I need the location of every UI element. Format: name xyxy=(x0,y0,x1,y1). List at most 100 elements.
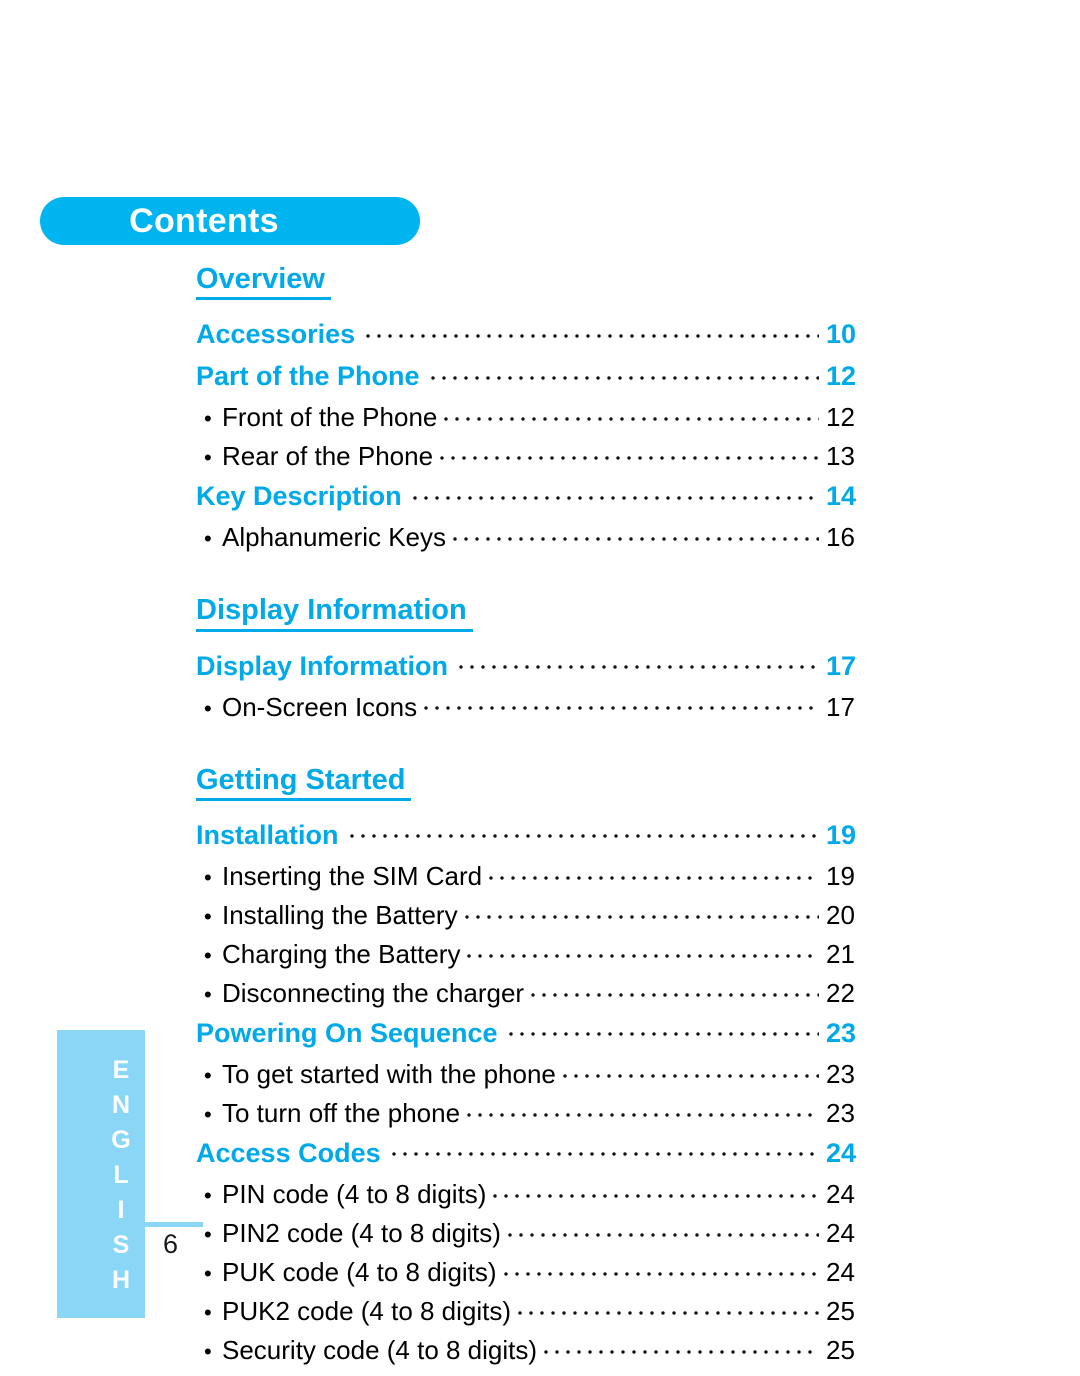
toc-entry-page-number: 21 xyxy=(826,939,855,970)
toc-subentry[interactable]: PIN2 code (4 to 8 digits) 24 xyxy=(196,1216,868,1251)
toc-leader-dots xyxy=(508,1015,819,1042)
toc-entry-page-number: 22 xyxy=(826,978,855,1009)
toc-entry-label: To turn off the phone xyxy=(196,1100,460,1126)
toc-entry-page-number: 10 xyxy=(826,319,857,350)
language-tab: ENGLISH xyxy=(57,1030,145,1318)
page-number: 6 xyxy=(163,1229,179,1259)
toc-entry-label: Installation xyxy=(196,820,339,851)
toc-section: Display Information Display Information 17… xyxy=(196,595,868,724)
toc-entry-label: Disconnecting the charger xyxy=(196,980,524,1006)
toc-leader-dots xyxy=(531,976,819,1002)
toc-leader-dots xyxy=(518,1294,819,1320)
toc-entry-page-number: 12 xyxy=(826,361,857,392)
toc-entry-label: PUK2 code (4 to 8 digits) xyxy=(196,1298,511,1324)
toc-entry-page-number: 16 xyxy=(826,522,855,553)
toc-entry-label: Display Information xyxy=(196,650,449,681)
toc-entry-page-number: 24 xyxy=(826,1179,855,1210)
toc-leader-dots xyxy=(391,1135,819,1162)
table-of-contents: Overview Accessories 10 Part of the Phone 12… xyxy=(196,264,868,1372)
toc-entry-label: PIN code (4 to 8 digits) xyxy=(196,1181,486,1207)
toc-leader-dots xyxy=(493,1177,819,1203)
toc-entry[interactable]: Display Information 17 xyxy=(196,648,868,684)
toc-leader-dots xyxy=(489,859,819,885)
footer-divider xyxy=(145,1222,203,1227)
toc-entry-label: Key Description xyxy=(196,481,402,512)
toc-section-heading: Getting Started xyxy=(196,764,412,802)
toc-leader-dots xyxy=(412,478,819,505)
toc-entry-label: PUK code (4 to 8 digits) xyxy=(196,1259,497,1285)
toc-subentry[interactable]: Charging the Battery 21 xyxy=(196,937,868,972)
toc-leader-dots xyxy=(366,316,819,343)
toc-entry-label: Accessories xyxy=(196,319,356,350)
toc-entry-label: Charging the Battery xyxy=(196,941,460,967)
toc-entry-page-number: 14 xyxy=(826,481,857,512)
toc-entry-page-number: 25 xyxy=(826,1335,855,1366)
toc-entry[interactable]: Part of the Phone 12 xyxy=(196,358,868,394)
toc-subentry[interactable]: On-Screen Icons 17 xyxy=(196,690,868,725)
toc-subentry[interactable]: PUK code (4 to 8 digits) 24 xyxy=(196,1255,868,1290)
toc-leader-dots xyxy=(467,1096,819,1122)
toc-subentry[interactable]: PIN code (4 to 8 digits) 24 xyxy=(196,1177,868,1212)
toc-leader-dots xyxy=(444,400,819,426)
toc-entry-page-number: 23 xyxy=(826,1018,857,1049)
toc-entry-label: Access Codes xyxy=(196,1138,381,1169)
toc-leader-dots xyxy=(467,937,819,963)
toc-leader-dots xyxy=(464,898,819,924)
toc-subentry[interactable]: Disconnecting the charger 22 xyxy=(196,976,868,1011)
toc-leader-dots xyxy=(503,1255,819,1281)
language-tab-label: ENGLISH xyxy=(107,1056,135,1301)
toc-entry-page-number: 23 xyxy=(826,1098,855,1129)
toc-leader-dots xyxy=(507,1216,819,1242)
toc-section: Overview Accessories 10 Part of the Phone 12… xyxy=(196,264,868,555)
toc-subentry[interactable]: Installing the Battery 20 xyxy=(196,898,868,933)
toc-subentry[interactable]: Security code (4 to 8 digits) 25 xyxy=(196,1333,868,1368)
toc-section: Getting Started Installation 19 Inserting t… xyxy=(196,764,868,1368)
toc-entry-page-number: 23 xyxy=(826,1059,855,1090)
toc-leader-dots xyxy=(453,520,819,546)
toc-leader-dots xyxy=(440,439,819,465)
toc-entry-page-number: 12 xyxy=(826,402,855,433)
toc-entry-page-number: 17 xyxy=(826,650,857,681)
toc-entry-page-number: 25 xyxy=(826,1296,855,1327)
toc-entry-label: Security code (4 to 8 digits) xyxy=(196,1337,537,1363)
toc-entry-page-number: 24 xyxy=(826,1257,855,1288)
toc-entry-page-number: 13 xyxy=(826,441,855,472)
toc-entry-label: On-Screen Icons xyxy=(196,694,417,720)
toc-entry[interactable]: Installation 19 xyxy=(196,817,868,853)
toc-leader-dots xyxy=(424,690,819,716)
toc-entry[interactable]: Access Codes 24 xyxy=(196,1135,868,1171)
toc-section-heading: Overview xyxy=(196,264,331,301)
toc-subentry[interactable]: To get started with the phone 23 xyxy=(196,1057,868,1092)
toc-section-heading: Display Information xyxy=(196,595,473,632)
toc-entry-label: Front of the Phone xyxy=(196,404,437,430)
toc-leader-dots xyxy=(562,1057,819,1083)
toc-subentry[interactable]: To turn off the phone 23 xyxy=(196,1096,868,1131)
toc-entry-label: Powering On Sequence xyxy=(196,1018,498,1049)
toc-leader-dots xyxy=(430,358,819,385)
toc-entry-label: Alphanumeric Keys xyxy=(196,524,446,550)
toc-entry[interactable]: Key Description 14 xyxy=(196,478,868,514)
toc-entry-page-number: 17 xyxy=(826,691,855,722)
toc-entry-label: Installing the Battery xyxy=(196,902,458,928)
contents-header-banner: Contents xyxy=(40,197,420,245)
toc-entry-page-number: 24 xyxy=(826,1218,855,1249)
toc-entry-page-number: 20 xyxy=(826,900,855,931)
toc-entry-label: To get started with the phone xyxy=(196,1061,556,1087)
toc-subentry[interactable]: Rear of the Phone 13 xyxy=(196,439,868,474)
toc-entry[interactable]: Accessories 10 xyxy=(196,316,868,352)
page-title: Contents xyxy=(129,202,279,240)
toc-entry-page-number: 19 xyxy=(826,820,857,851)
toc-subentry[interactable]: Inserting the SIM Card 19 xyxy=(196,859,868,894)
toc-entry-label: Part of the Phone xyxy=(196,361,420,392)
toc-entry-label: PIN2 code (4 to 8 digits) xyxy=(196,1220,501,1246)
toc-subentry[interactable]: Front of the Phone 12 xyxy=(196,400,868,435)
toc-leader-dots xyxy=(544,1333,819,1359)
toc-leader-dots xyxy=(349,817,819,844)
toc-entry[interactable]: Powering On Sequence 23 xyxy=(196,1015,868,1051)
toc-entry-page-number: 24 xyxy=(826,1138,857,1169)
toc-leader-dots xyxy=(459,648,819,675)
toc-subentry[interactable]: Alphanumeric Keys 16 xyxy=(196,520,868,555)
toc-subentry[interactable]: PUK2 code (4 to 8 digits) 25 xyxy=(196,1294,868,1329)
